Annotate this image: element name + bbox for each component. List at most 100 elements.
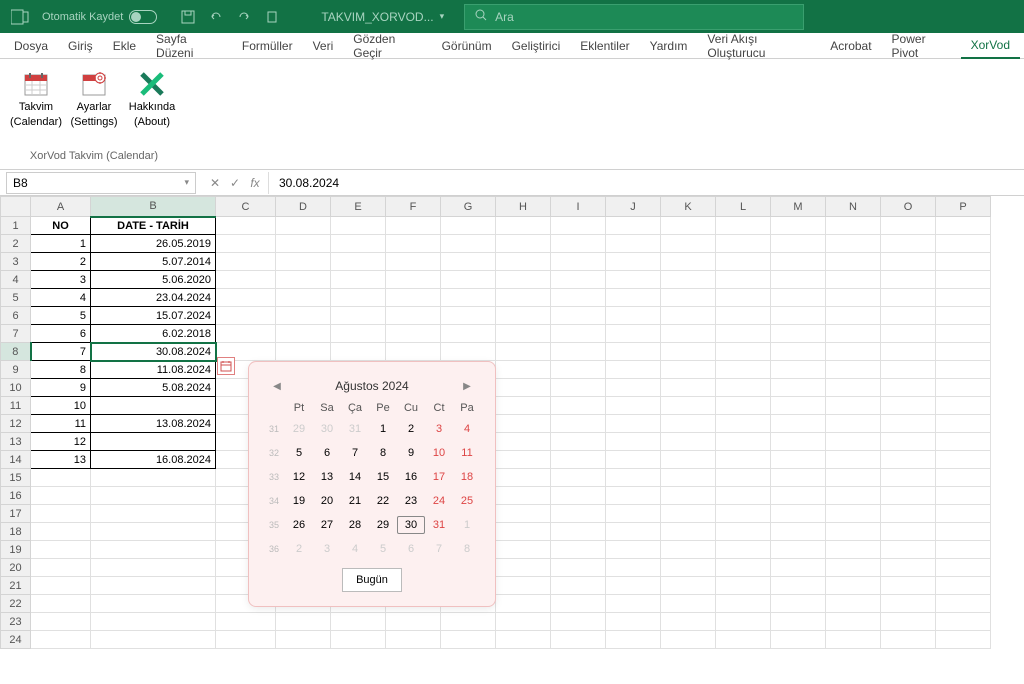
cell-F1[interactable] xyxy=(386,217,441,235)
search-input[interactable]: Ara xyxy=(464,4,804,30)
spreadsheet-grid[interactable]: ABCDEFGHIJKLMNOP1NODATE - TARİH2126.05.2… xyxy=(0,196,1024,649)
calendar-picker-button[interactable] xyxy=(217,357,235,375)
cell-M3[interactable] xyxy=(771,253,826,271)
cell-B7[interactable]: 6.02.2018 xyxy=(91,325,216,343)
cell-P14[interactable] xyxy=(936,451,991,469)
ribbon-takvim-button[interactable]: Takvim(Calendar) xyxy=(8,63,64,150)
cell-A5[interactable]: 4 xyxy=(31,289,91,307)
cell-P21[interactable] xyxy=(936,577,991,595)
cell-O23[interactable] xyxy=(881,613,936,631)
cell-G6[interactable] xyxy=(441,307,496,325)
cell-K20[interactable] xyxy=(661,559,716,577)
cell-O1[interactable] xyxy=(881,217,936,235)
cell-O5[interactable] xyxy=(881,289,936,307)
cell-O18[interactable] xyxy=(881,523,936,541)
cell-G7[interactable] xyxy=(441,325,496,343)
cell-N1[interactable] xyxy=(826,217,881,235)
cell-F7[interactable] xyxy=(386,325,441,343)
cell-H17[interactable] xyxy=(496,505,551,523)
menu-item-veri-akışı-oluşturucu[interactable]: Veri Akışı Oluşturucu xyxy=(697,33,820,59)
cell-K6[interactable] xyxy=(661,307,716,325)
cell-C3[interactable] xyxy=(216,253,276,271)
cell-O12[interactable] xyxy=(881,415,936,433)
cell-K7[interactable] xyxy=(661,325,716,343)
cal-day[interactable]: 28 xyxy=(341,516,369,534)
cal-day[interactable]: 4 xyxy=(453,420,481,438)
cancel-icon[interactable]: ✕ xyxy=(206,174,224,192)
cell-K5[interactable] xyxy=(661,289,716,307)
cell-K16[interactable] xyxy=(661,487,716,505)
cal-day[interactable]: 2 xyxy=(397,420,425,438)
menu-item-power-pivot[interactable]: Power Pivot xyxy=(882,33,961,59)
cell-N20[interactable] xyxy=(826,559,881,577)
cell-K1[interactable] xyxy=(661,217,716,235)
cell-H13[interactable] xyxy=(496,433,551,451)
cal-day[interactable]: 17 xyxy=(425,468,453,486)
cell-M8[interactable] xyxy=(771,343,826,361)
cal-day[interactable]: 29 xyxy=(369,516,397,534)
cell-H24[interactable] xyxy=(496,631,551,649)
cell-M17[interactable] xyxy=(771,505,826,523)
cal-day[interactable]: 8 xyxy=(453,540,481,558)
cell-M11[interactable] xyxy=(771,397,826,415)
cell-J12[interactable] xyxy=(606,415,661,433)
cell-D3[interactable] xyxy=(276,253,331,271)
cell-M1[interactable] xyxy=(771,217,826,235)
cell-J23[interactable] xyxy=(606,613,661,631)
cell-N15[interactable] xyxy=(826,469,881,487)
cal-day[interactable]: 15 xyxy=(369,468,397,486)
cal-day[interactable]: 5 xyxy=(369,540,397,558)
cell-L21[interactable] xyxy=(716,577,771,595)
cell-K11[interactable] xyxy=(661,397,716,415)
row-header-23[interactable]: 23 xyxy=(1,613,31,631)
cell-C5[interactable] xyxy=(216,289,276,307)
cell-E24[interactable] xyxy=(331,631,386,649)
cal-day[interactable]: 10 xyxy=(425,444,453,462)
row-header-12[interactable]: 12 xyxy=(1,415,31,433)
cell-G2[interactable] xyxy=(441,235,496,253)
cell-K23[interactable] xyxy=(661,613,716,631)
cell-B8[interactable]: 30.08.2024 xyxy=(91,343,216,361)
cell-N8[interactable] xyxy=(826,343,881,361)
cell-N19[interactable] xyxy=(826,541,881,559)
cell-B22[interactable] xyxy=(91,595,216,613)
row-header-19[interactable]: 19 xyxy=(1,541,31,559)
row-header-13[interactable]: 13 xyxy=(1,433,31,451)
cell-I6[interactable] xyxy=(551,307,606,325)
col-header-F[interactable]: F xyxy=(386,197,441,217)
cell-L22[interactable] xyxy=(716,595,771,613)
row-header-8[interactable]: 8 xyxy=(1,343,31,361)
cell-G1[interactable] xyxy=(441,217,496,235)
cell-G3[interactable] xyxy=(441,253,496,271)
cell-A20[interactable] xyxy=(31,559,91,577)
cell-H21[interactable] xyxy=(496,577,551,595)
cell-P9[interactable] xyxy=(936,361,991,379)
cell-H23[interactable] xyxy=(496,613,551,631)
cal-day[interactable]: 18 xyxy=(453,468,481,486)
col-header-K[interactable]: K xyxy=(661,197,716,217)
cell-B2[interactable]: 26.05.2019 xyxy=(91,235,216,253)
cell-L7[interactable] xyxy=(716,325,771,343)
col-header-N[interactable]: N xyxy=(826,197,881,217)
cell-L4[interactable] xyxy=(716,271,771,289)
cal-day[interactable]: 2 xyxy=(285,540,313,558)
col-header-E[interactable]: E xyxy=(331,197,386,217)
cal-day[interactable]: 14 xyxy=(341,468,369,486)
cell-I19[interactable] xyxy=(551,541,606,559)
row-header-11[interactable]: 11 xyxy=(1,397,31,415)
cell-H4[interactable] xyxy=(496,271,551,289)
cell-O20[interactable] xyxy=(881,559,936,577)
cal-day[interactable]: 30 xyxy=(397,516,425,534)
cell-P16[interactable] xyxy=(936,487,991,505)
cell-I1[interactable] xyxy=(551,217,606,235)
cell-E1[interactable] xyxy=(331,217,386,235)
cell-H1[interactable] xyxy=(496,217,551,235)
cal-day[interactable]: 6 xyxy=(397,540,425,558)
cell-M9[interactable] xyxy=(771,361,826,379)
col-header-G[interactable]: G xyxy=(441,197,496,217)
cell-C7[interactable] xyxy=(216,325,276,343)
cell-N18[interactable] xyxy=(826,523,881,541)
cell-J8[interactable] xyxy=(606,343,661,361)
cell-A7[interactable]: 6 xyxy=(31,325,91,343)
row-header-17[interactable]: 17 xyxy=(1,505,31,523)
